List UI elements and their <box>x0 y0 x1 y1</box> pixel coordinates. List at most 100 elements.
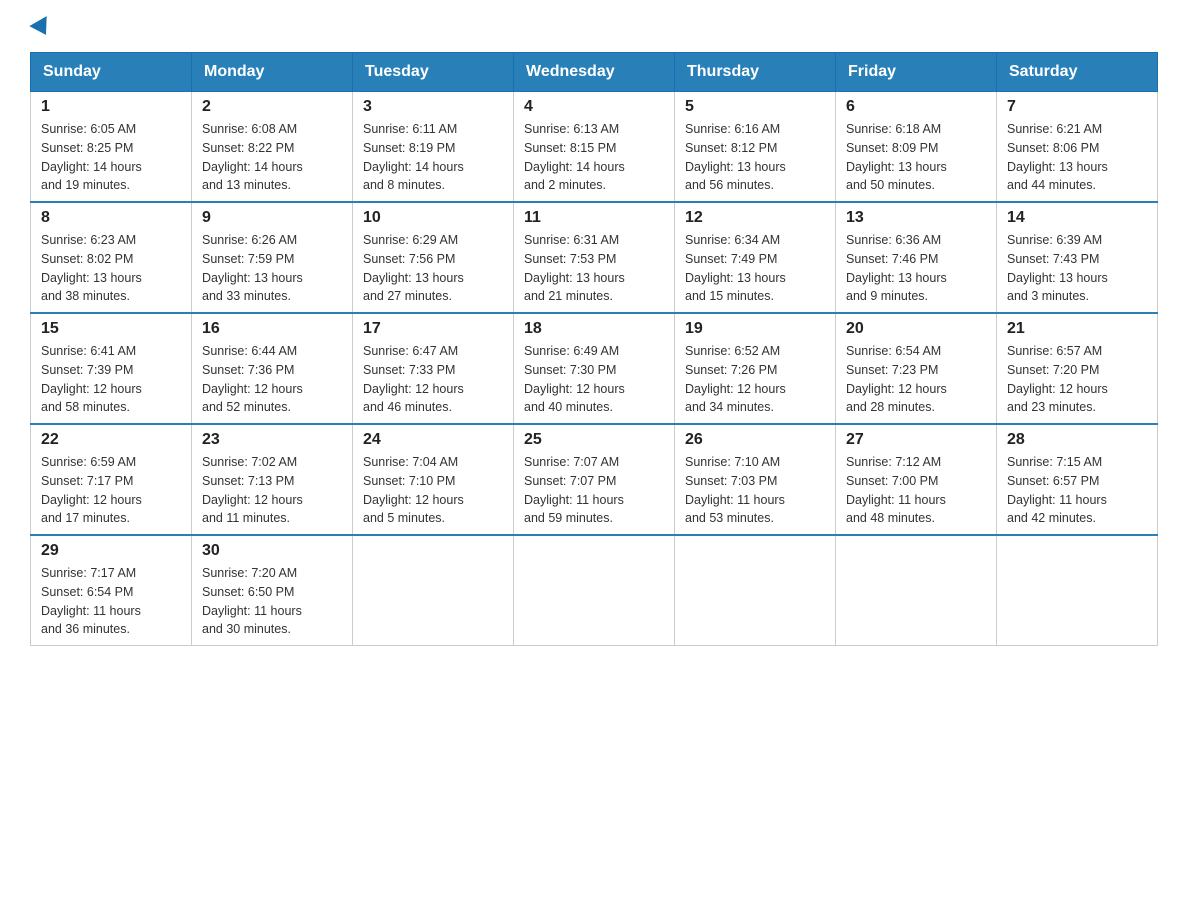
calendar-empty-cell <box>997 535 1158 646</box>
day-info: Sunrise: 6:44 AMSunset: 7:36 PMDaylight:… <box>202 342 342 417</box>
day-number: 18 <box>524 320 664 338</box>
calendar-day-cell: 24 Sunrise: 7:04 AMSunset: 7:10 PMDayligh… <box>353 424 514 535</box>
weekday-header-row: SundayMondayTuesdayWednesdayThursdayFrid… <box>31 53 1158 92</box>
day-info: Sunrise: 6:39 AMSunset: 7:43 PMDaylight:… <box>1007 231 1147 306</box>
calendar-week-row: 29 Sunrise: 7:17 AMSunset: 6:54 PMDayligh… <box>31 535 1158 646</box>
calendar-week-row: 1 Sunrise: 6:05 AMSunset: 8:25 PMDaylight… <box>31 92 1158 203</box>
weekday-header-sunday: Sunday <box>31 53 192 92</box>
day-number: 16 <box>202 320 342 338</box>
calendar-day-cell: 18 Sunrise: 6:49 AMSunset: 7:30 PMDayligh… <box>514 313 675 424</box>
calendar-week-row: 8 Sunrise: 6:23 AMSunset: 8:02 PMDaylight… <box>31 202 1158 313</box>
calendar-day-cell: 7 Sunrise: 6:21 AMSunset: 8:06 PMDaylight… <box>997 92 1158 203</box>
day-number: 28 <box>1007 431 1147 449</box>
calendar-day-cell: 2Sunrise: 6:08 AMSunset: 8:22 PMDaylight… <box>192 92 353 203</box>
day-number: 15 <box>41 320 181 338</box>
day-info: Sunrise: 6:13 AMSunset: 8:15 PMDaylight:… <box>524 120 664 195</box>
day-number: 13 <box>846 209 986 227</box>
day-number: 25 <box>524 431 664 449</box>
calendar-empty-cell <box>836 535 997 646</box>
day-number: 7 <box>1007 98 1147 116</box>
day-info: Sunrise: 6:34 AMSunset: 7:49 PMDaylight:… <box>685 231 825 306</box>
day-number: 10 <box>363 209 503 227</box>
day-info: Sunrise: 6:18 AMSunset: 8:09 PMDaylight:… <box>846 120 986 195</box>
calendar-day-cell: 28 Sunrise: 7:15 AMSunset: 6:57 PMDayligh… <box>997 424 1158 535</box>
calendar-day-cell: 11 Sunrise: 6:31 AMSunset: 7:53 PMDayligh… <box>514 202 675 313</box>
day-info: Sunrise: 6:36 AMSunset: 7:46 PMDaylight:… <box>846 231 986 306</box>
day-number: 14 <box>1007 209 1147 227</box>
day-info: Sunrise: 6:49 AMSunset: 7:30 PMDaylight:… <box>524 342 664 417</box>
calendar-empty-cell <box>675 535 836 646</box>
day-info: Sunrise: 7:17 AMSunset: 6:54 PMDaylight:… <box>41 564 181 639</box>
calendar-day-cell: 8 Sunrise: 6:23 AMSunset: 8:02 PMDaylight… <box>31 202 192 313</box>
calendar-empty-cell <box>514 535 675 646</box>
day-info: Sunrise: 7:04 AMSunset: 7:10 PMDaylight:… <box>363 453 503 528</box>
calendar-day-cell: 4 Sunrise: 6:13 AMSunset: 8:15 PMDaylight… <box>514 92 675 203</box>
day-number: 20 <box>846 320 986 338</box>
calendar-day-cell: 10 Sunrise: 6:29 AMSunset: 7:56 PMDayligh… <box>353 202 514 313</box>
logo <box>30 20 52 32</box>
day-number: 24 <box>363 431 503 449</box>
day-info: Sunrise: 6:05 AMSunset: 8:25 PMDaylight:… <box>41 120 181 195</box>
calendar-day-cell: 15 Sunrise: 6:41 AMSunset: 7:39 PMDayligh… <box>31 313 192 424</box>
day-info: Sunrise: 6:08 AMSunset: 8:22 PMDaylight:… <box>202 120 342 195</box>
day-number: 29 <box>41 542 181 560</box>
day-info: Sunrise: 6:47 AMSunset: 7:33 PMDaylight:… <box>363 342 503 417</box>
day-number: 11 <box>524 209 664 227</box>
calendar-day-cell: 1 Sunrise: 6:05 AMSunset: 8:25 PMDaylight… <box>31 92 192 203</box>
calendar-day-cell: 23Sunrise: 7:02 AMSunset: 7:13 PMDayligh… <box>192 424 353 535</box>
calendar-week-row: 22 Sunrise: 6:59 AMSunset: 7:17 PMDayligh… <box>31 424 1158 535</box>
day-number: 9 <box>202 209 342 227</box>
calendar-day-cell: 16 Sunrise: 6:44 AMSunset: 7:36 PMDayligh… <box>192 313 353 424</box>
day-number: 17 <box>363 320 503 338</box>
weekday-header-tuesday: Tuesday <box>353 53 514 92</box>
calendar-day-cell: 17 Sunrise: 6:47 AMSunset: 7:33 PMDayligh… <box>353 313 514 424</box>
day-info: Sunrise: 6:21 AMSunset: 8:06 PMDaylight:… <box>1007 120 1147 195</box>
calendar-day-cell: 9 Sunrise: 6:26 AMSunset: 7:59 PMDaylight… <box>192 202 353 313</box>
calendar-empty-cell <box>353 535 514 646</box>
day-info: Sunrise: 6:41 AMSunset: 7:39 PMDaylight:… <box>41 342 181 417</box>
day-info: Sunrise: 6:31 AMSunset: 7:53 PMDaylight:… <box>524 231 664 306</box>
calendar-day-cell: 5 Sunrise: 6:16 AMSunset: 8:12 PMDaylight… <box>675 92 836 203</box>
day-info: Sunrise: 7:12 AMSunset: 7:00 PMDaylight:… <box>846 453 986 528</box>
calendar-day-cell: 3Sunrise: 6:11 AMSunset: 8:19 PMDaylight… <box>353 92 514 203</box>
day-number: 1 <box>41 98 181 116</box>
day-info: Sunrise: 6:29 AMSunset: 7:56 PMDaylight:… <box>363 231 503 306</box>
day-info: Sunrise: 6:16 AMSunset: 8:12 PMDaylight:… <box>685 120 825 195</box>
day-number: 4 <box>524 98 664 116</box>
calendar-day-cell: 26 Sunrise: 7:10 AMSunset: 7:03 PMDayligh… <box>675 424 836 535</box>
weekday-header-monday: Monday <box>192 53 353 92</box>
day-info: Sunrise: 7:20 AMSunset: 6:50 PMDaylight:… <box>202 564 342 639</box>
day-info: Sunrise: 6:59 AMSunset: 7:17 PMDaylight:… <box>41 453 181 528</box>
day-info: Sunrise: 6:57 AMSunset: 7:20 PMDaylight:… <box>1007 342 1147 417</box>
weekday-header-thursday: Thursday <box>675 53 836 92</box>
day-info: Sunrise: 6:26 AMSunset: 7:59 PMDaylight:… <box>202 231 342 306</box>
logo-triangle-icon <box>29 16 54 40</box>
day-info: Sunrise: 7:15 AMSunset: 6:57 PMDaylight:… <box>1007 453 1147 528</box>
day-number: 22 <box>41 431 181 449</box>
day-info: Sunrise: 6:54 AMSunset: 7:23 PMDaylight:… <box>846 342 986 417</box>
calendar-day-cell: 6 Sunrise: 6:18 AMSunset: 8:09 PMDaylight… <box>836 92 997 203</box>
day-info: Sunrise: 7:07 AMSunset: 7:07 PMDaylight:… <box>524 453 664 528</box>
calendar-day-cell: 20 Sunrise: 6:54 AMSunset: 7:23 PMDayligh… <box>836 313 997 424</box>
calendar-day-cell: 14 Sunrise: 6:39 AMSunset: 7:43 PMDayligh… <box>997 202 1158 313</box>
day-info: Sunrise: 6:23 AMSunset: 8:02 PMDaylight:… <box>41 231 181 306</box>
calendar-day-cell: 22 Sunrise: 6:59 AMSunset: 7:17 PMDayligh… <box>31 424 192 535</box>
calendar-day-cell: 21Sunrise: 6:57 AMSunset: 7:20 PMDayligh… <box>997 313 1158 424</box>
calendar-day-cell: 27Sunrise: 7:12 AMSunset: 7:00 PMDayligh… <box>836 424 997 535</box>
day-number: 3 <box>363 98 503 116</box>
calendar-day-cell: 19Sunrise: 6:52 AMSunset: 7:26 PMDayligh… <box>675 313 836 424</box>
weekday-header-friday: Friday <box>836 53 997 92</box>
day-number: 8 <box>41 209 181 227</box>
day-info: Sunrise: 7:10 AMSunset: 7:03 PMDaylight:… <box>685 453 825 528</box>
weekday-header-saturday: Saturday <box>997 53 1158 92</box>
calendar-table: SundayMondayTuesdayWednesdayThursdayFrid… <box>30 52 1158 646</box>
calendar-day-cell: 29 Sunrise: 7:17 AMSunset: 6:54 PMDayligh… <box>31 535 192 646</box>
calendar-day-cell: 25 Sunrise: 7:07 AMSunset: 7:07 PMDayligh… <box>514 424 675 535</box>
calendar-day-cell: 30Sunrise: 7:20 AMSunset: 6:50 PMDayligh… <box>192 535 353 646</box>
day-number: 26 <box>685 431 825 449</box>
calendar-day-cell: 13 Sunrise: 6:36 AMSunset: 7:46 PMDayligh… <box>836 202 997 313</box>
day-number: 6 <box>846 98 986 116</box>
day-number: 5 <box>685 98 825 116</box>
calendar-week-row: 15 Sunrise: 6:41 AMSunset: 7:39 PMDayligh… <box>31 313 1158 424</box>
day-number: 23 <box>202 431 342 449</box>
